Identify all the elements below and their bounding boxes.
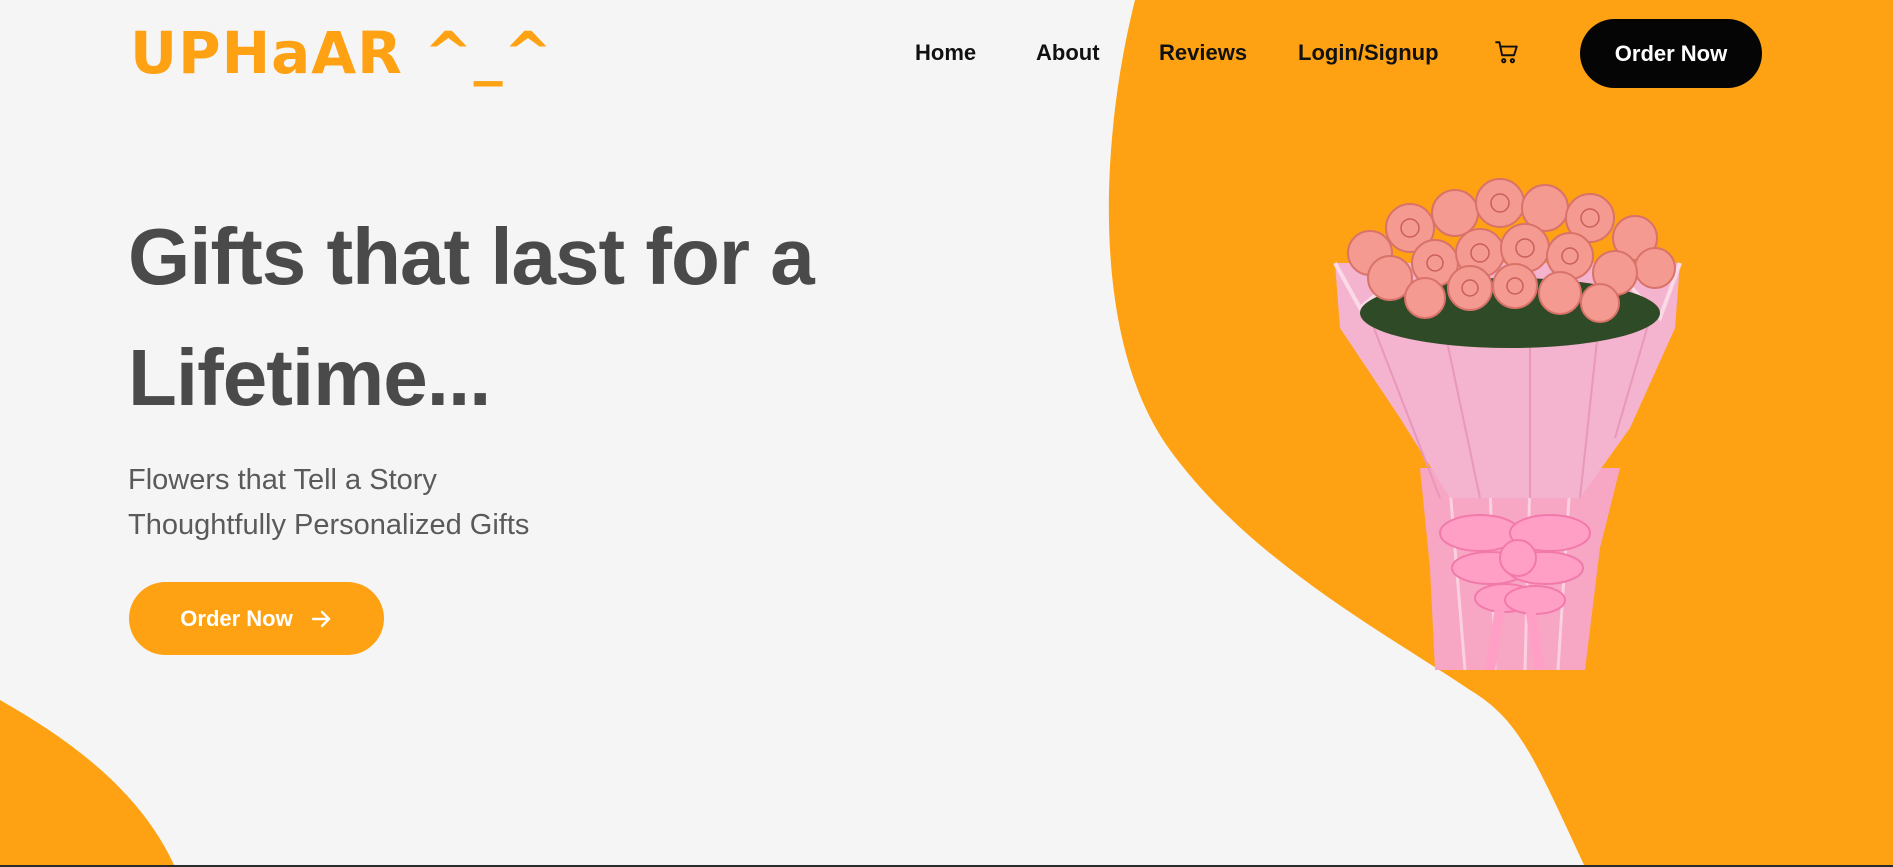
nav-link-about[interactable]: About xyxy=(1036,40,1100,66)
hero-order-now-button[interactable]: Order Now xyxy=(129,582,384,655)
arrow-right-icon xyxy=(311,610,330,627)
hero-order-now-label: Order Now xyxy=(180,605,293,631)
nav-link-reviews[interactable]: Reviews xyxy=(1159,40,1247,66)
hero-subtitle-2: Thoughtfully Personalized Gifts xyxy=(128,509,530,541)
nav-link-login-signup[interactable]: Login/Signup xyxy=(1298,40,1439,66)
hero-title: Gifts that last for a Lifetime... xyxy=(128,212,815,422)
hero-subtitle-1: Flowers that Tell a Story xyxy=(128,464,437,496)
orange-blob-bottom-left xyxy=(0,700,175,867)
nav-link-home[interactable]: Home xyxy=(915,40,976,66)
shopping-cart-icon[interactable] xyxy=(1494,39,1520,65)
bouquet-image xyxy=(1333,178,1682,670)
nav-order-now-button[interactable]: Order Now xyxy=(1580,19,1762,88)
